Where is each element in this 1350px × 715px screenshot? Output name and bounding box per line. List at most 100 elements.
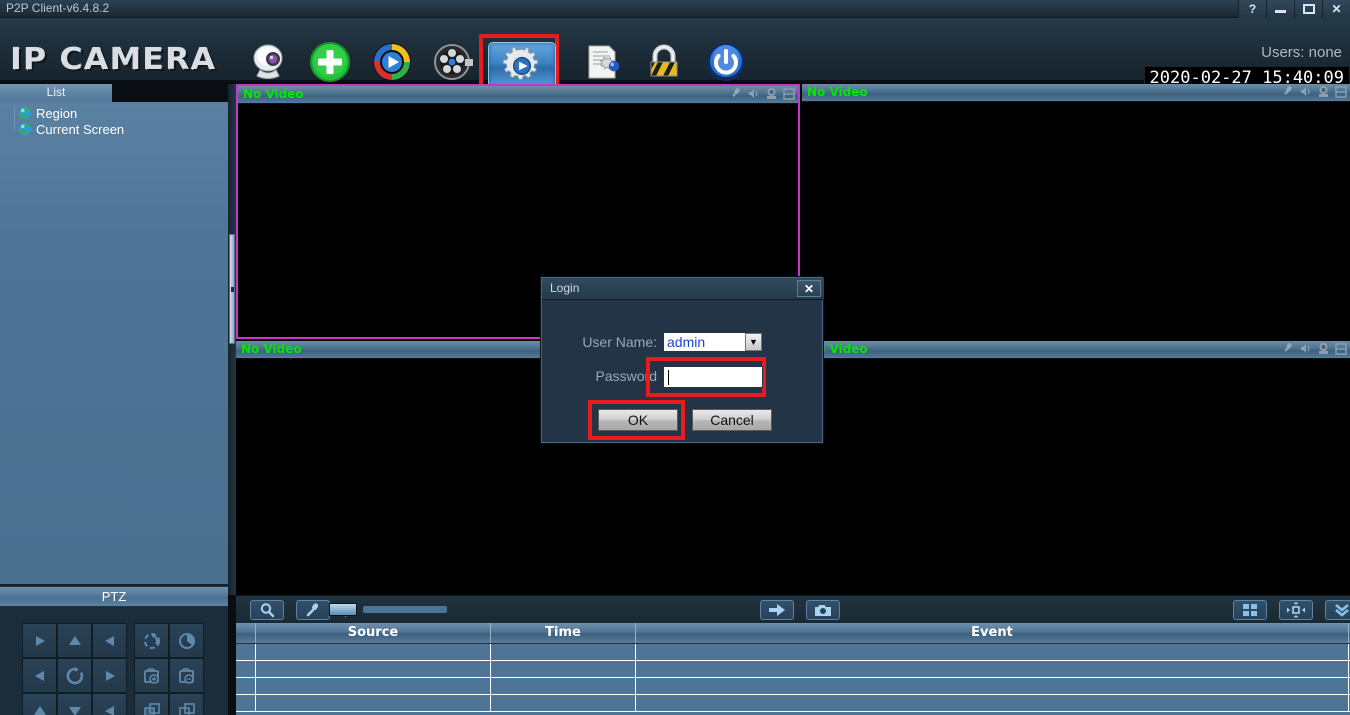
microphone-icon[interactable]: [1282, 342, 1294, 355]
column-header-index[interactable]: [236, 623, 256, 643]
photo-camera-icon: [815, 605, 831, 616]
next-group-button[interactable]: [760, 600, 794, 620]
cancel-button[interactable]: Cancel: [692, 409, 772, 431]
arrow-left-icon: [34, 670, 44, 681]
cell-time: [491, 678, 636, 694]
zoom-out[interactable]: [169, 693, 204, 715]
config-document-icon[interactable]: [580, 40, 624, 84]
username-label: User Name:: [582, 334, 657, 350]
camera-small-icon[interactable]: [1317, 342, 1330, 355]
snapshot-button[interactable]: [806, 600, 840, 620]
password-input[interactable]: [663, 366, 763, 388]
login-dialog-titlebar: Login ✕: [542, 278, 824, 300]
fullscreen-button[interactable]: [1279, 600, 1313, 620]
ptz-down-left[interactable]: [22, 693, 57, 715]
tree-item-region[interactable]: Region: [0, 105, 228, 121]
playback-play-icon[interactable]: [370, 40, 414, 84]
add-plus-icon[interactable]: [308, 40, 352, 84]
lock-icon[interactable]: [642, 40, 686, 84]
ptz-controls: [0, 607, 228, 715]
expand-arrows-icon: [1287, 602, 1305, 618]
volume-slider-track[interactable]: [363, 606, 447, 613]
speaker-icon[interactable]: [1299, 85, 1312, 98]
ptz-lens-pad: [134, 623, 204, 715]
cell-event: [636, 661, 1349, 677]
iris-open[interactable]: [134, 623, 169, 658]
username-value: admin: [667, 334, 706, 350]
camera-small-icon[interactable]: [1317, 85, 1330, 98]
tree-item-label: Region: [36, 105, 78, 121]
magnifier-icon: [260, 603, 275, 618]
talk-button[interactable]: [296, 600, 330, 620]
video-panel-2[interactable]: No Video: [802, 84, 1350, 339]
login-close-button[interactable]: ✕: [797, 280, 821, 297]
video-panel-header: No Video: [238, 86, 798, 104]
video-panel-4[interactable]: No Video: [802, 341, 1350, 595]
iris-close[interactable]: [169, 623, 204, 658]
power-icon[interactable]: [704, 40, 748, 84]
speaker-icon[interactable]: [747, 87, 760, 100]
focus-near[interactable]: [134, 658, 169, 693]
minimize-icon: [1275, 10, 1286, 13]
table-row[interactable]: [236, 678, 1350, 695]
video-panel-header: No Video: [802, 341, 1350, 359]
help-button[interactable]: ?: [1238, 0, 1266, 18]
table-row[interactable]: [236, 661, 1350, 678]
column-header-event[interactable]: Event: [636, 623, 1349, 643]
tree-item-current-screen[interactable]: Current Screen: [0, 121, 228, 137]
column-header-time[interactable]: Time: [491, 623, 636, 643]
zoom-in-icon: [143, 702, 160, 715]
globe-icon: [18, 106, 32, 120]
column-header-source[interactable]: Source: [256, 623, 491, 643]
collapse-button[interactable]: [1325, 600, 1350, 620]
camera-icon[interactable]: [246, 40, 290, 84]
settings-gear-icon[interactable]: [488, 42, 556, 89]
ptz-up[interactable]: [57, 623, 92, 658]
maximize-button[interactable]: [1294, 0, 1322, 18]
search-button[interactable]: [250, 600, 284, 620]
video-panel-icons: [1282, 85, 1347, 98]
title-bar: P2P Client-v6.4.8.2 ? ✕: [0, 0, 1350, 18]
section-header-ptz[interactable]: PTZ: [0, 586, 228, 607]
cell-event: [636, 695, 1349, 711]
zoom-in[interactable]: [134, 693, 169, 715]
microphone-icon: [306, 603, 319, 617]
ptz-right[interactable]: [92, 658, 127, 693]
speaker-icon[interactable]: [1299, 342, 1312, 355]
close-button[interactable]: ✕: [1322, 0, 1350, 18]
camera-small-icon[interactable]: [765, 87, 778, 100]
globe-icon: [18, 122, 32, 136]
cell-index: [236, 644, 256, 660]
layout-grid-button[interactable]: [1233, 600, 1267, 620]
focus-far[interactable]: [169, 658, 204, 693]
ptz-auto-scan[interactable]: [57, 658, 92, 693]
layout-icon[interactable]: [1335, 85, 1347, 98]
table-row[interactable]: [236, 695, 1350, 712]
minimize-button[interactable]: [1266, 0, 1294, 18]
panel-splitter[interactable]: [228, 84, 236, 595]
ptz-up-right[interactable]: [92, 623, 127, 658]
microphone-icon[interactable]: [730, 87, 742, 100]
cell-source: [256, 661, 491, 677]
header-bar: IP CAMERA Users: none 2020-02-27 15:40:0…: [0, 18, 1350, 91]
settings-gear-highlight: [479, 34, 559, 91]
splitter-grip[interactable]: [229, 234, 235, 344]
aperture-close-icon: [178, 632, 195, 649]
ptz-down-right[interactable]: [92, 693, 127, 715]
layout-icon[interactable]: [1335, 342, 1347, 355]
ptz-left[interactable]: [22, 658, 57, 693]
username-select[interactable]: admin ▼: [663, 332, 763, 352]
tab-list[interactable]: List: [0, 84, 113, 102]
layout-icon[interactable]: [783, 87, 795, 100]
microphone-icon[interactable]: [1282, 85, 1294, 98]
app-logo: IP CAMERA: [10, 42, 217, 77]
chevron-down-icon[interactable]: ▼: [745, 333, 762, 351]
ptz-up-left[interactable]: [22, 623, 57, 658]
volume-slider-knob[interactable]: [329, 603, 357, 616]
table-row[interactable]: [236, 644, 1350, 661]
arrow-up-left-icon: [35, 635, 45, 646]
splitter-grip-dot: [231, 287, 234, 292]
ptz-down[interactable]: [57, 693, 92, 715]
video-panel-canvas: [802, 359, 1350, 595]
film-reel-icon[interactable]: [432, 40, 476, 84]
